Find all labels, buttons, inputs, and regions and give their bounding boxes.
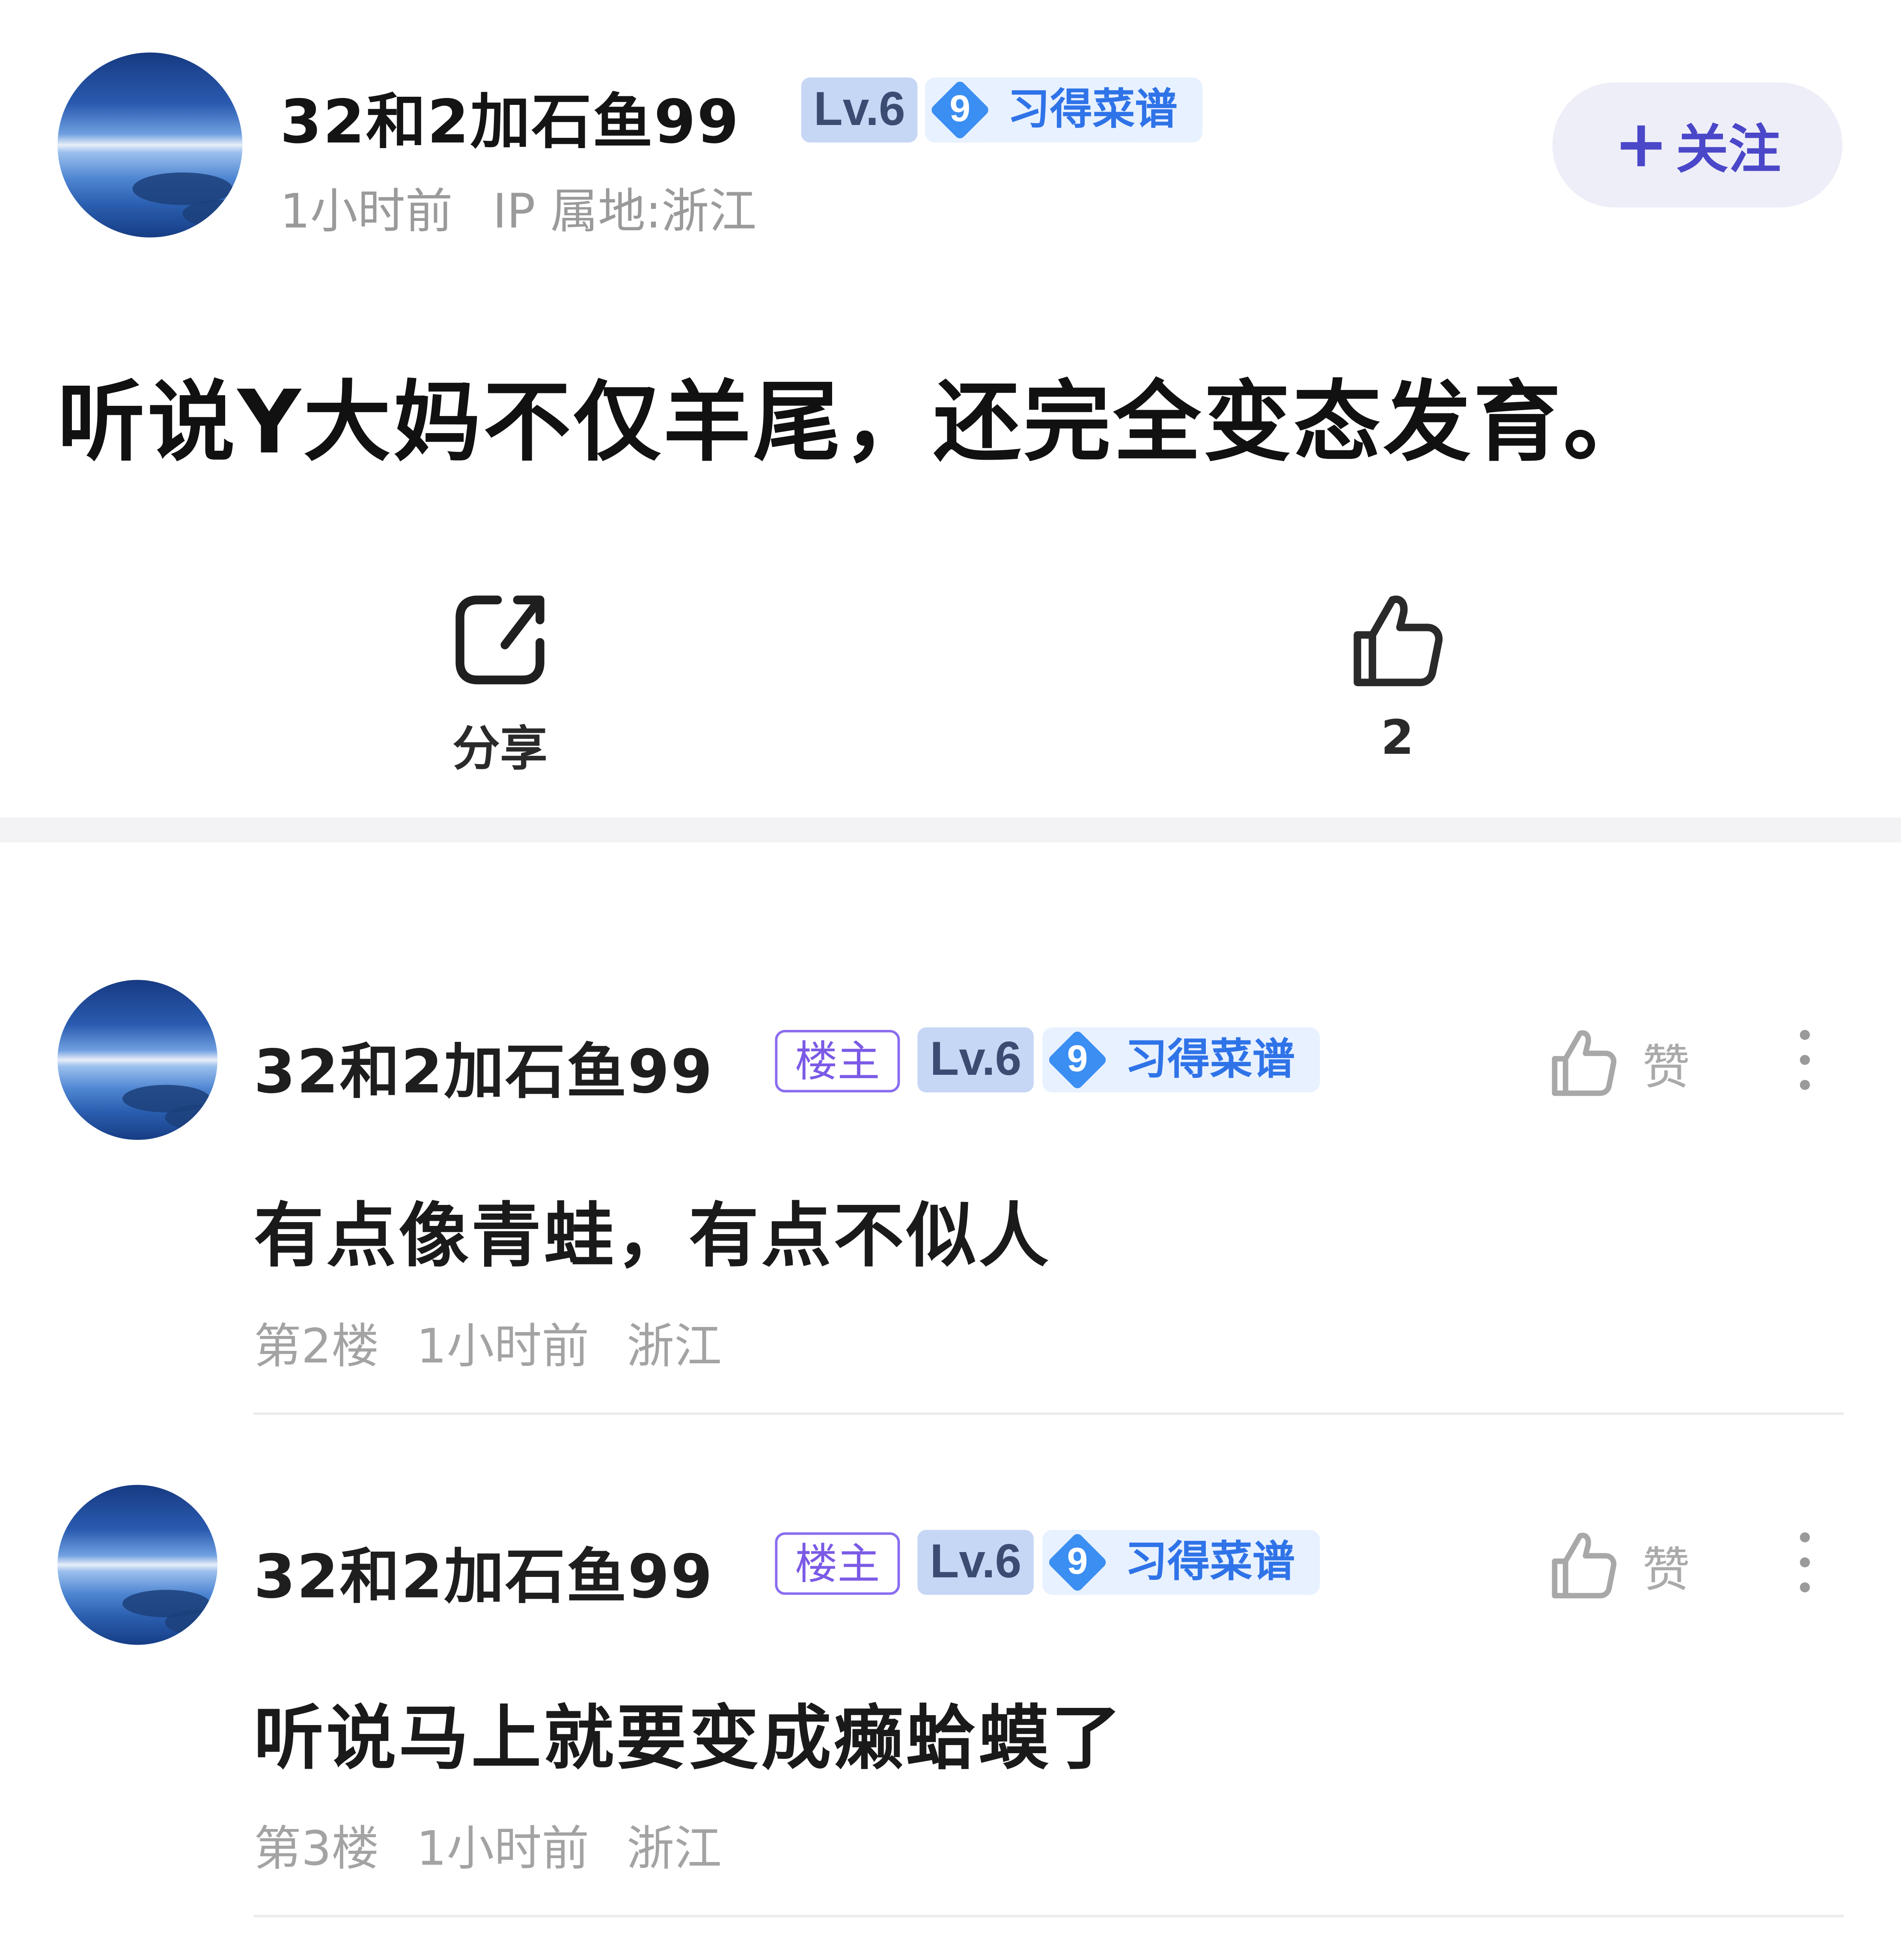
owner-badge: 楼主 <box>775 1532 900 1595</box>
comment-location: 浙江 <box>627 1821 722 1876</box>
comment-divider <box>253 1915 1844 1918</box>
medal-number: 9 <box>949 89 970 130</box>
comment-location: 浙江 <box>627 1318 722 1374</box>
comment-avatar[interactable] <box>57 980 218 1140</box>
share-icon <box>455 595 544 684</box>
share-button[interactable]: 分享 <box>413 590 588 779</box>
comment-meta: 第2楼 1小时前 浙江 <box>254 1307 722 1376</box>
author-name[interactable]: 32和2加石鱼99 <box>280 72 740 160</box>
level-badge: Lv.6 <box>917 1027 1034 1093</box>
post-time: 1小时前 <box>280 184 453 239</box>
comment-divider <box>253 1412 1844 1415</box>
ip-location: IP 属地:浙江 <box>493 184 757 239</box>
level-badge: Lv.6 <box>801 77 918 143</box>
follow-button[interactable]: + 关注 <box>1552 82 1843 208</box>
medal-badge[interactable]: 9 习得菜谱 <box>925 77 1203 143</box>
thumbs-up-icon <box>1552 1030 1617 1096</box>
follow-label: 关注 <box>1676 118 1781 180</box>
comment-time: 1小时前 <box>416 1318 589 1374</box>
plus-icon: + <box>1614 107 1669 183</box>
comment-text: 有点像青蛙，有点不似人 <box>253 1196 1051 1278</box>
post-title: 听说Y大妈不仅羊尾，还完全变态发育。 <box>57 371 1654 474</box>
medal-label: 习得菜谱 <box>1125 1035 1295 1085</box>
medal-number: 9 <box>1067 1541 1088 1582</box>
medal-number: 9 <box>1067 1038 1088 1080</box>
comment-author[interactable]: 32和2加石鱼99 <box>254 1023 714 1110</box>
level-badge: Lv.6 <box>917 1530 1034 1595</box>
medal-label: 习得菜谱 <box>1125 1537 1295 1588</box>
author-avatar[interactable] <box>57 52 243 238</box>
medal-label: 习得菜谱 <box>1007 85 1178 135</box>
more-vertical-icon[interactable] <box>1777 1525 1832 1600</box>
thumbs-up-icon <box>1354 595 1443 687</box>
like-count: 2 <box>1380 710 1414 765</box>
floor-number: 第3楼 <box>253 1821 379 1876</box>
floor-number: 第2楼 <box>253 1318 379 1374</box>
comment-text: 听说马上就要变成癞蛤蟆了 <box>253 1698 1124 1780</box>
medal-badge[interactable]: 9 习得菜谱 <box>1042 1530 1320 1595</box>
post-page: 32和2加石鱼99 Lv.6 9 习得菜谱 1小时前 IP 属地:浙江 + 关注 … <box>0 0 1901 1960</box>
comment-author[interactable]: 32和2加石鱼99 <box>254 1527 714 1615</box>
section-divider <box>0 817 1901 843</box>
like-label: 赞 <box>1642 1039 1690 1095</box>
comment-like-button[interactable]: 赞 <box>1547 1527 1690 1602</box>
owner-badge: 楼主 <box>775 1030 900 1093</box>
more-vertical-icon[interactable] <box>1777 1023 1832 1097</box>
comment-like-button[interactable]: 赞 <box>1547 1025 1690 1100</box>
comment-avatar[interactable] <box>57 1484 218 1645</box>
like-button[interactable]: 2 <box>1310 590 1485 765</box>
comment-meta: 第3楼 1小时前 浙江 <box>254 1810 722 1879</box>
comment-time: 1小时前 <box>416 1821 589 1876</box>
share-label: 分享 <box>452 721 547 776</box>
like-label: 赞 <box>1642 1541 1690 1597</box>
medal-badge[interactable]: 9 习得菜谱 <box>1042 1027 1320 1093</box>
thumbs-up-icon <box>1552 1532 1617 1599</box>
post-meta: 1小时前 IP 属地:浙江 <box>280 173 756 241</box>
